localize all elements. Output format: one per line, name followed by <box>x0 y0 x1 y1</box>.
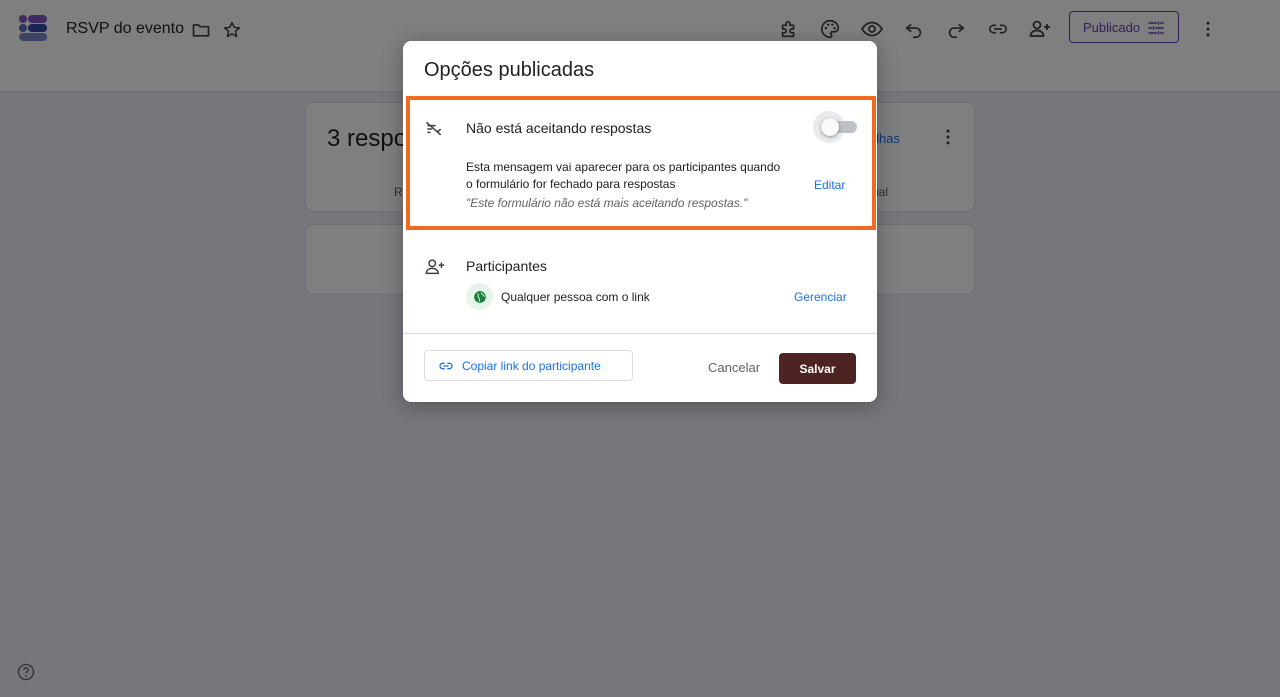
copy-link-label: Copiar link do participante <box>462 358 601 373</box>
cancel-button[interactable]: Cancelar <box>700 353 768 381</box>
globe-icon <box>466 283 493 310</box>
participants-title: Participantes <box>466 258 547 274</box>
accepting-responses-toggle[interactable] <box>813 111 857 143</box>
link-icon <box>439 362 453 369</box>
audience-label: Qualquer pessoa com o link <box>501 290 650 304</box>
closed-message-quote: "Este formulário não está mais aceitando… <box>466 196 748 210</box>
toggle-knob <box>821 118 839 136</box>
accepting-responses-title: Não está aceitando respostas <box>466 120 652 136</box>
copy-participant-link-button[interactable]: Copiar link do participante <box>424 350 633 381</box>
manage-participants-link[interactable]: Gerenciar <box>794 290 847 304</box>
save-button[interactable]: Salvar <box>779 353 856 384</box>
footer-divider <box>403 333 877 334</box>
person-add-icon <box>424 256 446 283</box>
no-responses-icon <box>424 119 444 144</box>
published-options-dialog: Opções publicadas Não está aceitando res… <box>403 41 877 402</box>
edit-message-link[interactable]: Editar <box>814 178 845 192</box>
closed-message-description: Esta mensagem vai aparecer para os parti… <box>466 160 781 191</box>
dialog-title: Opções publicadas <box>424 59 595 81</box>
